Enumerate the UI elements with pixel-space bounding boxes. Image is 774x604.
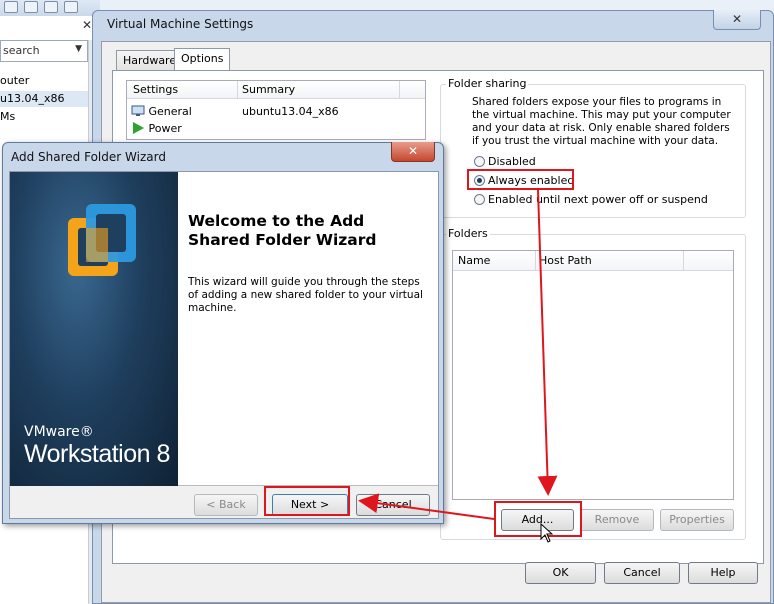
arrow-to-add-button (537, 189, 558, 496)
arrow-to-next-button (358, 493, 495, 520)
annotation-arrows (358, 189, 558, 520)
